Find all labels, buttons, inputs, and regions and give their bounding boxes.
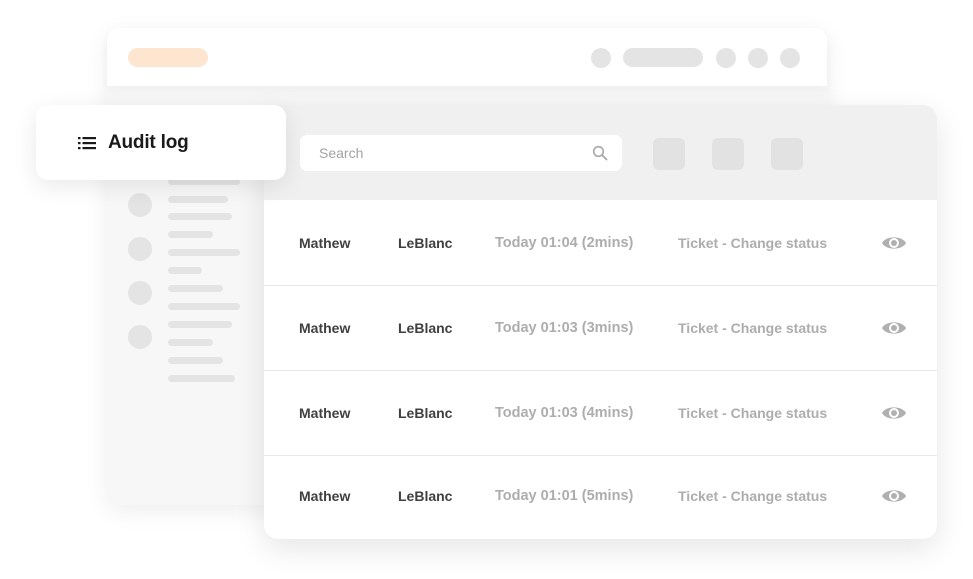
placeholder-line	[168, 285, 223, 292]
placeholder-avatar	[128, 237, 152, 261]
eye-icon[interactable]	[881, 402, 907, 424]
placeholder-circle	[780, 48, 800, 68]
eye-icon[interactable]	[881, 232, 907, 254]
placeholder-logo-pill	[128, 48, 208, 67]
toolbar-button-2[interactable]	[712, 138, 744, 170]
placeholder-line	[168, 267, 202, 274]
placeholder-circle	[716, 48, 736, 68]
audit-log-title: Audit log	[108, 131, 189, 153]
log-first-name: Mathew	[299, 405, 351, 421]
log-first-name: Mathew	[299, 320, 351, 336]
log-last-name: LeBlanc	[398, 488, 453, 504]
placeholder-line	[168, 357, 223, 364]
placeholder-line	[168, 375, 235, 382]
placeholder-line	[168, 249, 240, 256]
log-first-name: Mathew	[299, 235, 351, 251]
audit-log-card[interactable]: Audit log	[36, 105, 286, 180]
placeholder-line	[168, 321, 232, 328]
log-timestamp: Today 01:03 (4mins)	[495, 405, 634, 421]
log-action: Ticket - Change status	[678, 320, 828, 336]
background-topbar	[107, 28, 827, 86]
log-last-name: LeBlanc	[398, 235, 453, 251]
log-timestamp: Today 01:01 (5mins)	[495, 488, 634, 504]
panel-header	[264, 105, 937, 200]
search-icon[interactable]	[592, 145, 608, 161]
log-action: Ticket - Change status	[678, 405, 828, 421]
list-icon	[78, 136, 96, 150]
log-row[interactable]: Mathew LeBlanc Today 01:03 (3mins) Ticke…	[264, 286, 937, 371]
log-last-name: LeBlanc	[398, 320, 453, 336]
placeholder-line	[168, 231, 213, 238]
toolbar-button-1[interactable]	[653, 138, 685, 170]
placeholder-avatar	[128, 281, 152, 305]
eye-icon[interactable]	[881, 317, 907, 339]
search-input[interactable]	[300, 135, 589, 171]
log-action: Ticket - Change status	[678, 488, 828, 504]
log-action: Ticket - Change status	[678, 235, 828, 251]
search-box[interactable]	[300, 135, 622, 171]
placeholder-pill	[623, 48, 703, 67]
log-timestamp: Today 01:03 (3mins)	[495, 320, 634, 336]
placeholder-circle	[591, 48, 611, 68]
eye-icon[interactable]	[881, 485, 907, 507]
placeholder-circle	[748, 48, 768, 68]
placeholder-line	[168, 303, 240, 310]
placeholder-line	[168, 213, 232, 220]
placeholder-avatar	[128, 193, 152, 217]
log-row[interactable]: Mathew LeBlanc Today 01:01 (5mins) Ticke…	[264, 454, 937, 538]
toolbar-button-3[interactable]	[771, 138, 803, 170]
log-last-name: LeBlanc	[398, 405, 453, 421]
log-row[interactable]: Mathew LeBlanc Today 01:04 (2mins) Ticke…	[264, 201, 937, 286]
placeholder-line	[168, 339, 213, 346]
audit-log-panel: Mathew LeBlanc Today 01:04 (2mins) Ticke…	[264, 105, 937, 539]
log-first-name: Mathew	[299, 488, 351, 504]
log-row[interactable]: Mathew LeBlanc Today 01:03 (4mins) Ticke…	[264, 371, 937, 456]
log-timestamp: Today 01:04 (2mins)	[495, 235, 634, 251]
placeholder-avatar	[128, 325, 152, 349]
placeholder-line	[168, 196, 228, 203]
